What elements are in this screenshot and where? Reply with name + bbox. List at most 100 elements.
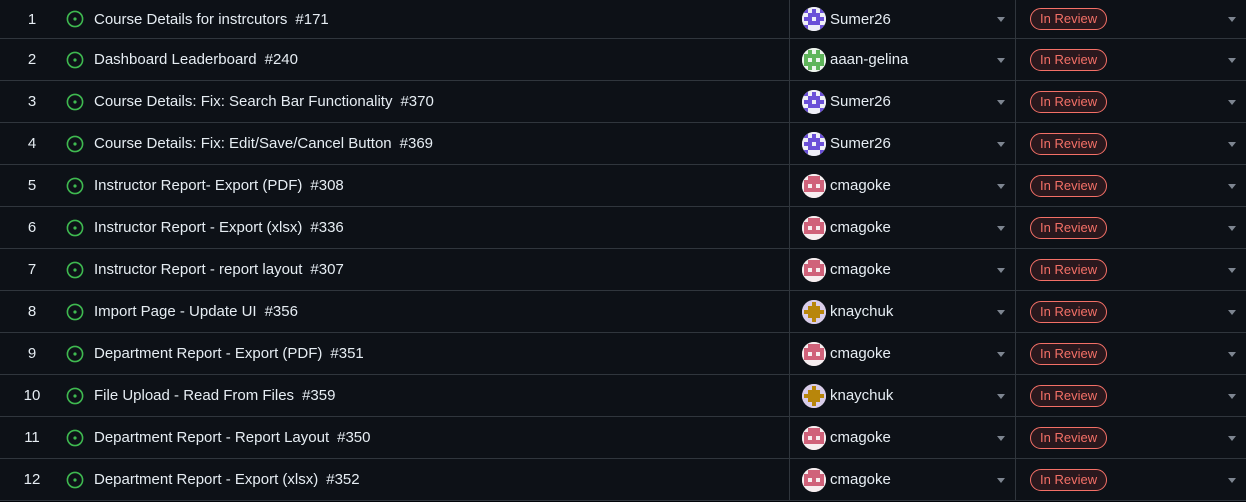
title-cell[interactable]: Import Page - Update UI #356 xyxy=(58,291,790,332)
assignee-cell[interactable]: cmagoke xyxy=(790,333,1016,374)
assignee-cell[interactable]: cmagoke xyxy=(790,249,1016,290)
chevron-down-icon[interactable] xyxy=(1228,141,1236,147)
issue-title[interactable]: Import Page - Update UI xyxy=(94,303,257,320)
assignee-cell[interactable]: Sumer26 xyxy=(790,81,1016,122)
chevron-down-icon[interactable] xyxy=(1228,225,1236,231)
issue-title[interactable]: Course Details: Fix: Search Bar Function… xyxy=(94,93,392,110)
table-row[interactable]: 4 Course Details: Fix: Edit/Save/Cancel … xyxy=(0,123,1246,165)
chevron-down-icon[interactable] xyxy=(997,477,1005,483)
status-cell[interactable]: In Review xyxy=(1016,123,1246,164)
table-row[interactable]: 10 File Upload - Read From Files #359 kn… xyxy=(0,375,1246,417)
title-cell[interactable]: Instructor Report - Export (xlsx) #336 xyxy=(58,207,790,248)
issue-number[interactable]: #352 xyxy=(326,471,359,488)
chevron-down-icon[interactable] xyxy=(1228,183,1236,189)
issue-number[interactable]: #171 xyxy=(295,11,328,28)
chevron-down-icon[interactable] xyxy=(1228,267,1236,273)
status-cell[interactable]: In Review xyxy=(1016,81,1246,122)
table-row[interactable]: 2 Dashboard Leaderboard #240 aaan-gelina… xyxy=(0,39,1246,81)
assignee-cell[interactable]: cmagoke xyxy=(790,165,1016,206)
status-badge[interactable]: In Review xyxy=(1030,48,1108,71)
table-row[interactable]: 5 Instructor Report- Export (PDF) #308 c… xyxy=(0,165,1246,207)
assignee-name[interactable]: Sumer26 xyxy=(830,11,891,28)
issue-number[interactable]: #351 xyxy=(330,345,363,362)
title-cell[interactable]: Department Report - Export (xlsx) #352 xyxy=(58,459,790,500)
assignee-name[interactable]: Sumer26 xyxy=(830,135,891,152)
chevron-down-icon[interactable] xyxy=(997,393,1005,399)
status-badge[interactable]: In Review xyxy=(1030,174,1108,197)
title-cell[interactable]: Dashboard Leaderboard #240 xyxy=(58,39,790,80)
chevron-down-icon[interactable] xyxy=(997,267,1005,273)
table-row[interactable]: 1 Course Details for instrcutors #171 Su… xyxy=(0,0,1246,39)
chevron-down-icon[interactable] xyxy=(1228,99,1236,105)
status-badge[interactable]: In Review xyxy=(1030,90,1108,113)
status-badge[interactable]: In Review xyxy=(1030,216,1108,239)
assignee-cell[interactable]: cmagoke xyxy=(790,459,1016,500)
chevron-down-icon[interactable] xyxy=(1228,477,1236,483)
table-row[interactable]: 7 Instructor Report - report layout #307… xyxy=(0,249,1246,291)
issue-title[interactable]: Course Details: Fix: Edit/Save/Cancel Bu… xyxy=(94,135,392,152)
assignee-name[interactable]: cmagoke xyxy=(830,429,891,446)
chevron-down-icon[interactable] xyxy=(1228,309,1236,315)
issue-number[interactable]: #307 xyxy=(310,261,343,278)
status-cell[interactable]: In Review xyxy=(1016,333,1246,374)
assignee-cell[interactable]: knaychuk xyxy=(790,291,1016,332)
assignee-name[interactable]: cmagoke xyxy=(830,345,891,362)
issue-title[interactable]: Department Report - Report Layout xyxy=(94,429,329,446)
title-cell[interactable]: Department Report - Report Layout #350 xyxy=(58,417,790,458)
table-row[interactable]: 3 Course Details: Fix: Search Bar Functi… xyxy=(0,81,1246,123)
issue-number[interactable]: #356 xyxy=(265,303,298,320)
assignee-name[interactable]: cmagoke xyxy=(830,177,891,194)
title-cell[interactable]: Course Details: Fix: Edit/Save/Cancel Bu… xyxy=(58,123,790,164)
status-cell[interactable]: In Review xyxy=(1016,417,1246,458)
chevron-down-icon[interactable] xyxy=(997,225,1005,231)
title-cell[interactable]: File Upload - Read From Files #359 xyxy=(58,375,790,416)
chevron-down-icon[interactable] xyxy=(997,141,1005,147)
status-badge[interactable]: In Review xyxy=(1030,300,1108,323)
status-badge[interactable]: In Review xyxy=(1030,132,1108,155)
assignee-name[interactable]: cmagoke xyxy=(830,219,891,236)
status-cell[interactable]: In Review xyxy=(1016,207,1246,248)
issue-title[interactable]: Department Report - Export (xlsx) xyxy=(94,471,318,488)
assignee-cell[interactable]: knaychuk xyxy=(790,375,1016,416)
table-row[interactable]: 9 Department Report - Export (PDF) #351 … xyxy=(0,333,1246,375)
issue-title[interactable]: Course Details for instrcutors xyxy=(94,11,287,28)
chevron-down-icon[interactable] xyxy=(997,309,1005,315)
status-badge[interactable]: In Review xyxy=(1030,342,1108,365)
chevron-down-icon[interactable] xyxy=(997,57,1005,63)
chevron-down-icon[interactable] xyxy=(997,17,1005,22)
status-cell[interactable]: In Review xyxy=(1016,459,1246,500)
title-cell[interactable]: Department Report - Export (PDF) #351 xyxy=(58,333,790,374)
title-cell[interactable]: Instructor Report- Export (PDF) #308 xyxy=(58,165,790,206)
chevron-down-icon[interactable] xyxy=(1228,393,1236,399)
status-badge[interactable]: In Review xyxy=(1030,384,1108,407)
chevron-down-icon[interactable] xyxy=(997,351,1005,357)
status-badge[interactable]: In Review xyxy=(1030,468,1108,491)
chevron-down-icon[interactable] xyxy=(1228,17,1236,22)
issue-number[interactable]: #336 xyxy=(310,219,343,236)
status-cell[interactable]: In Review xyxy=(1016,165,1246,206)
title-cell[interactable]: Course Details: Fix: Search Bar Function… xyxy=(58,81,790,122)
issue-number[interactable]: #350 xyxy=(337,429,370,446)
issue-title[interactable]: Instructor Report- Export (PDF) xyxy=(94,177,302,194)
assignee-name[interactable]: cmagoke xyxy=(830,471,891,488)
status-cell[interactable]: In Review xyxy=(1016,291,1246,332)
assignee-name[interactable]: knaychuk xyxy=(830,303,893,320)
title-cell[interactable]: Instructor Report - report layout #307 xyxy=(58,249,790,290)
assignee-cell[interactable]: aaan-gelina xyxy=(790,39,1016,80)
issue-title[interactable]: Instructor Report - Export (xlsx) xyxy=(94,219,302,236)
assignee-name[interactable]: aaan-gelina xyxy=(830,51,908,68)
chevron-down-icon[interactable] xyxy=(997,435,1005,441)
assignee-cell[interactable]: Sumer26 xyxy=(790,0,1016,38)
issue-title[interactable]: Department Report - Export (PDF) xyxy=(94,345,322,362)
assignee-name[interactable]: Sumer26 xyxy=(830,93,891,110)
issue-title[interactable]: File Upload - Read From Files xyxy=(94,387,294,404)
chevron-down-icon[interactable] xyxy=(1228,435,1236,441)
assignee-name[interactable]: cmagoke xyxy=(830,261,891,278)
table-row[interactable]: 6 Instructor Report - Export (xlsx) #336… xyxy=(0,207,1246,249)
assignee-cell[interactable]: cmagoke xyxy=(790,207,1016,248)
issue-number[interactable]: #359 xyxy=(302,387,335,404)
chevron-down-icon[interactable] xyxy=(997,99,1005,105)
table-row[interactable]: 11 Department Report - Report Layout #35… xyxy=(0,417,1246,459)
chevron-down-icon[interactable] xyxy=(1228,57,1236,63)
chevron-down-icon[interactable] xyxy=(1228,351,1236,357)
